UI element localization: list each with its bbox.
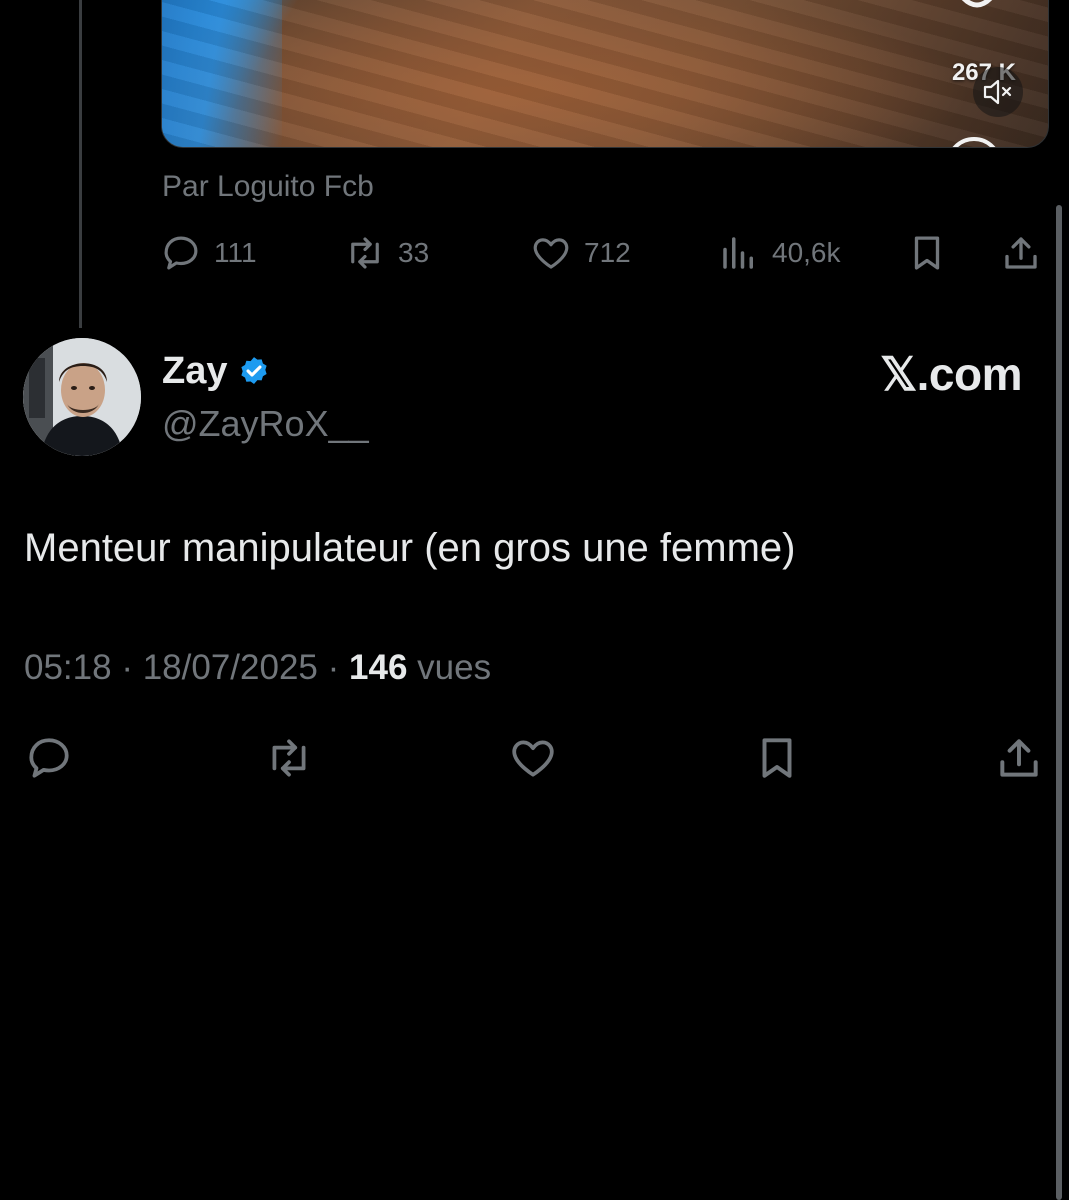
avatar[interactable] (23, 338, 141, 456)
bookmark-icon (762, 738, 792, 778)
mute-icon (983, 79, 1012, 105)
avatar-photo (23, 338, 141, 456)
reply-button[interactable]: 111 (160, 230, 257, 276)
media-credit: Par Loguito Fcb (162, 170, 374, 203)
post-views-label: vues (417, 648, 492, 687)
repost-count: 33 (398, 237, 430, 268)
quoted-post-actions: 111 33 712 40,6k (160, 230, 1045, 280)
heart-outline-icon[interactable] (951, 0, 1003, 23)
quoted-video-thumbnail[interactable]: 267 K (161, 0, 1049, 148)
heart-icon (512, 740, 554, 777)
share-button[interactable] (1000, 230, 1042, 276)
scrollbar[interactable] (1056, 205, 1062, 1200)
user-handle[interactable]: @ZayRoX__ (162, 403, 369, 445)
repost-icon (272, 739, 306, 777)
post-text: Menteur manipulateur (en gros une femme) (24, 526, 796, 570)
reply-button[interactable] (24, 733, 74, 783)
views-count: 40,6k (772, 237, 841, 268)
reply-icon (29, 738, 69, 778)
verified-badge-icon (241, 356, 268, 384)
meta-separator: · (327, 648, 340, 687)
video-frame-texture (162, 0, 1048, 147)
like-button[interactable] (508, 733, 558, 783)
like-count: 712 (584, 237, 631, 268)
bookmark-icon (914, 236, 940, 270)
views-bar-chart-icon (723, 237, 753, 269)
repost-icon (351, 237, 379, 269)
post-views-count: 146 (349, 648, 408, 687)
post-actions (24, 733, 1044, 787)
repost-button[interactable] (264, 733, 314, 783)
like-button[interactable]: 712 (530, 230, 631, 276)
brand-watermark: 𝕏.com (880, 348, 1022, 400)
mute-button[interactable] (973, 67, 1023, 117)
display-name-text: Zay (162, 350, 228, 392)
reply-icon (164, 236, 198, 270)
share-icon (1000, 739, 1038, 777)
post-time[interactable]: 05:18 (24, 648, 112, 687)
repost-button[interactable]: 33 (344, 230, 429, 276)
meta-separator: · (121, 648, 133, 687)
share-button[interactable] (994, 733, 1044, 783)
reply-count: 111 (214, 237, 257, 268)
heart-icon (533, 238, 569, 269)
bookmark-button[interactable] (752, 733, 802, 783)
post-date[interactable]: 18/07/2025 (143, 648, 318, 687)
post-metadata: 05:18 · 18/07/2025 · 146 vues (24, 648, 491, 688)
views-button[interactable]: 40,6k (718, 230, 841, 276)
share-icon (1005, 237, 1037, 269)
thread-line (79, 0, 82, 328)
bookmark-button[interactable] (906, 230, 948, 276)
display-name[interactable]: Zay (162, 350, 271, 393)
